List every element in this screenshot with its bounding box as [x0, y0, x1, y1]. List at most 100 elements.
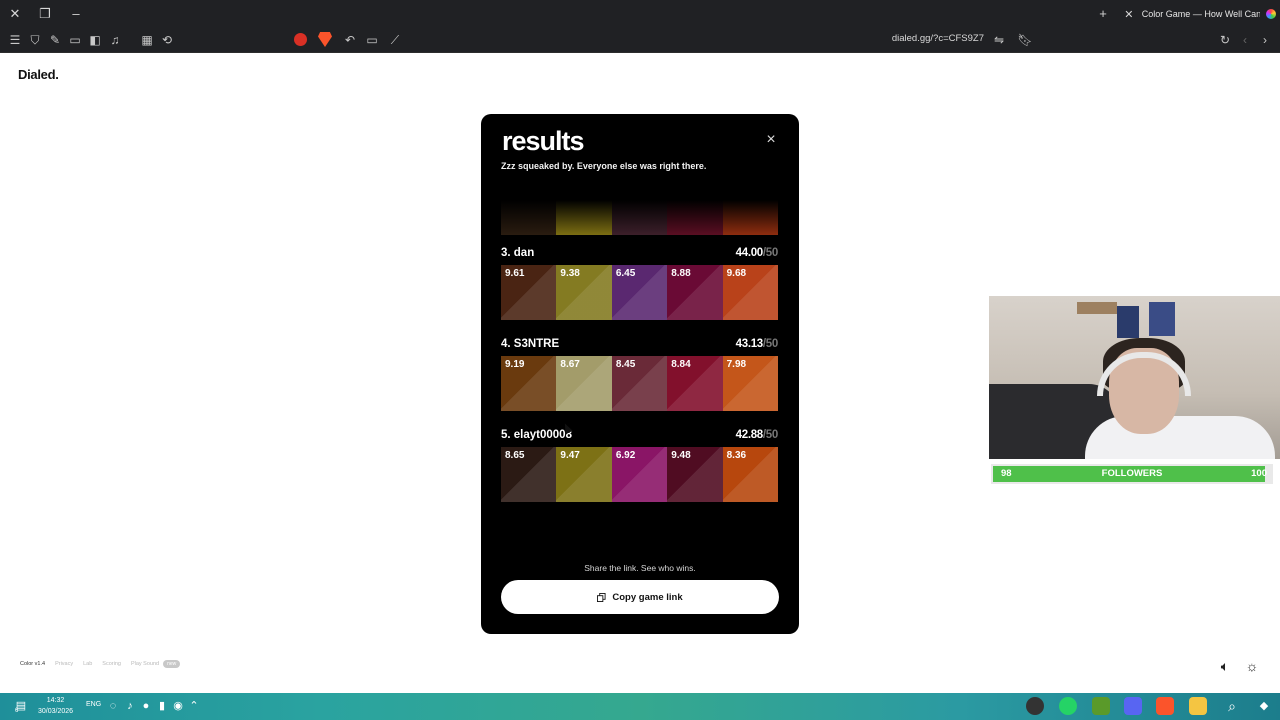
round-score: 6.92 — [615, 450, 636, 461]
round-cell — [667, 200, 723, 235]
microphone-icon[interactable]: ▮ — [154, 698, 170, 714]
screenshot-icon[interactable]: ▭ — [362, 30, 382, 50]
round-score: 9.68 — [726, 268, 747, 279]
followers-label: FOLLOWERS — [1101, 468, 1163, 479]
round-cell: 9.61 — [501, 265, 557, 320]
browser-toolbar: ☰ ⛉ ✎ ▭ ◧ ♫ ▦ ⟲ ↶ ▭ ⟋ dialed.gg/?c=CFS9Z… — [0, 27, 1280, 53]
calendar-icon[interactable]: ▦ — [137, 30, 157, 50]
whatsapp-tray-icon[interactable]: ● — [138, 698, 154, 714]
reload-icon[interactable]: ↻ — [1215, 30, 1235, 50]
music-icon[interactable]: ♫ — [105, 30, 125, 50]
player-score: 43.13/50 — [735, 338, 779, 350]
sidebar-icon[interactable]: ◧ — [85, 30, 105, 50]
forward-icon[interactable]: › — [1255, 30, 1275, 50]
brand-logo[interactable]: Dialed. — [18, 67, 59, 82]
round-cell: 9.38 — [556, 265, 612, 320]
tray-expand-icon[interactable]: ⌃ — [186, 698, 202, 714]
reader-icon[interactable]: ⟋ — [385, 30, 405, 50]
close-icon[interactable]: × — [763, 132, 779, 148]
results-modal: results × Zzz squeaked by. Everyone else… — [481, 114, 799, 634]
round-cell — [556, 200, 612, 235]
clock[interactable]: 14:32 30/03/2026 — [38, 695, 73, 717]
language-indicator[interactable]: ENG — [86, 701, 101, 708]
new-tab-icon[interactable]: + — [1093, 4, 1113, 24]
obs-app-icon[interactable] — [1026, 697, 1044, 715]
round-cell: 7.98 — [722, 356, 779, 411]
pin-icon[interactable]: ✎ — [45, 30, 65, 50]
round-cell: 9.19 — [501, 356, 557, 411]
theme-sun-icon[interactable]: ☼ — [1243, 657, 1261, 675]
browser-tab[interactable]: ✕ Color Game — How Well Can You See Colo… — [1118, 3, 1276, 25]
notification-count: 6 — [15, 708, 19, 714]
round-scores: 9.61 9.38 6.45 8.88 9.68 — [501, 265, 779, 320]
site-settings-icon[interactable]: ⇋ — [989, 30, 1009, 50]
copy-game-link-button[interactable]: Copy game link — [501, 580, 779, 614]
whatsapp-app-icon[interactable] — [1059, 697, 1077, 715]
player-name: 4. S3NTRE — [501, 338, 560, 350]
round-cell: 8.84 — [667, 356, 723, 411]
restore-window-icon[interactable]: ❐ — [35, 4, 55, 24]
round-score: 7.98 — [726, 359, 747, 370]
round-cell — [611, 200, 668, 235]
footer-link-privacy[interactable]: Privacy — [55, 661, 73, 667]
followers-goal-bar: 98 FOLLOWERS 100 — [991, 464, 1273, 484]
round-score: 9.38 — [560, 268, 580, 279]
tab-title: Color Game — How Well Can You See Color? — [1141, 9, 1260, 19]
round-cell: 9.48 — [667, 447, 723, 502]
volume-icon[interactable]: ♪ — [122, 698, 138, 714]
round-score: 9.48 — [671, 450, 691, 461]
back-icon[interactable]: ‹ — [1235, 30, 1255, 50]
round-score: 9.61 — [505, 268, 525, 279]
extension-red-icon[interactable] — [294, 33, 307, 46]
modal-subtitle: Zzz squeaked by. Everyone else was right… — [501, 161, 707, 171]
share-text: Share the link. See who wins. — [584, 563, 696, 573]
round-cell: 9.68 — [722, 265, 779, 320]
round-scores: 9.19 8.67 8.45 8.84 7.98 — [501, 356, 779, 411]
bookmark-icon[interactable]: 🔖︎ — [1015, 30, 1035, 50]
followers-goal: 100 — [1251, 468, 1267, 479]
round-cell: 8.67 — [556, 356, 612, 411]
result-entry: 4. S3NTRE 43.13/50 9.19 8.67 8.45 8.84 7.98 — [501, 338, 778, 411]
round-cell: 8.88 — [667, 265, 723, 320]
brave-app-icon[interactable] — [1156, 697, 1174, 715]
extensions-icon[interactable]: ⟲ — [157, 30, 177, 50]
copy-icon — [597, 592, 606, 602]
address-bar[interactable]: dialed.gg/?c=CFS9Z7 — [860, 33, 984, 44]
round-cell: 8.45 — [611, 356, 668, 411]
footer-new-badge: new — [163, 660, 181, 668]
round-score: 8.65 — [505, 450, 525, 461]
copy-button-label: Copy game link — [612, 591, 683, 603]
tabs-icon[interactable]: ▭ — [65, 30, 85, 50]
player-score: 42.88/50 — [735, 429, 779, 441]
round-cell: 9.47 — [556, 447, 612, 502]
record-icon[interactable]: ◉ — [170, 698, 186, 714]
file-explorer-icon[interactable] — [1189, 697, 1207, 715]
footer-link-play-sound[interactable]: Play Sound — [131, 661, 159, 667]
menu-icon[interactable]: ☰ — [5, 30, 25, 50]
minecraft-app-icon[interactable] — [1092, 697, 1110, 715]
start-menu-icon[interactable]: ◆ — [1256, 698, 1272, 714]
browser-titlebar: ✕ ❐ – + ✕ Color Game — How Well Can You … — [0, 0, 1280, 27]
search-icon[interactable]: ⌕ — [1224, 698, 1240, 714]
sound-icon[interactable]: 🔈︎ — [1216, 657, 1234, 675]
player-score: 44.00/50 — [735, 247, 779, 259]
footer-link-lab[interactable]: Lab — [83, 661, 92, 667]
round-cell — [501, 200, 557, 235]
windows-taskbar: ▤ 6 14:32 30/03/2026 ENG ◌ ♪ ● ▮ ◉ ⌃ ⌕ ◆ — [0, 693, 1280, 720]
undo-icon[interactable]: ↶ — [340, 30, 360, 50]
tab-close-icon[interactable]: ✕ — [1122, 8, 1136, 21]
round-cell — [722, 200, 779, 235]
round-scores: 8.65 9.47 6.92 9.48 8.36 — [501, 447, 779, 502]
close-window-icon[interactable]: ✕ — [5, 4, 25, 24]
round-cell: 6.92 — [611, 447, 668, 502]
minimize-window-icon[interactable]: – — [66, 4, 86, 24]
footer-link-scoring[interactable]: Scoring — [102, 661, 121, 667]
player-name: 3. dan — [501, 247, 535, 259]
shield-icon[interactable]: ⛉ — [25, 30, 45, 50]
webcam-overlay — [989, 296, 1280, 459]
round-cell: 8.36 — [722, 447, 779, 502]
round-score: 8.84 — [671, 359, 691, 370]
tab-favicon-icon — [1266, 9, 1276, 19]
wifi-icon[interactable]: ◌ — [105, 698, 121, 714]
discord-app-icon[interactable] — [1124, 697, 1142, 715]
